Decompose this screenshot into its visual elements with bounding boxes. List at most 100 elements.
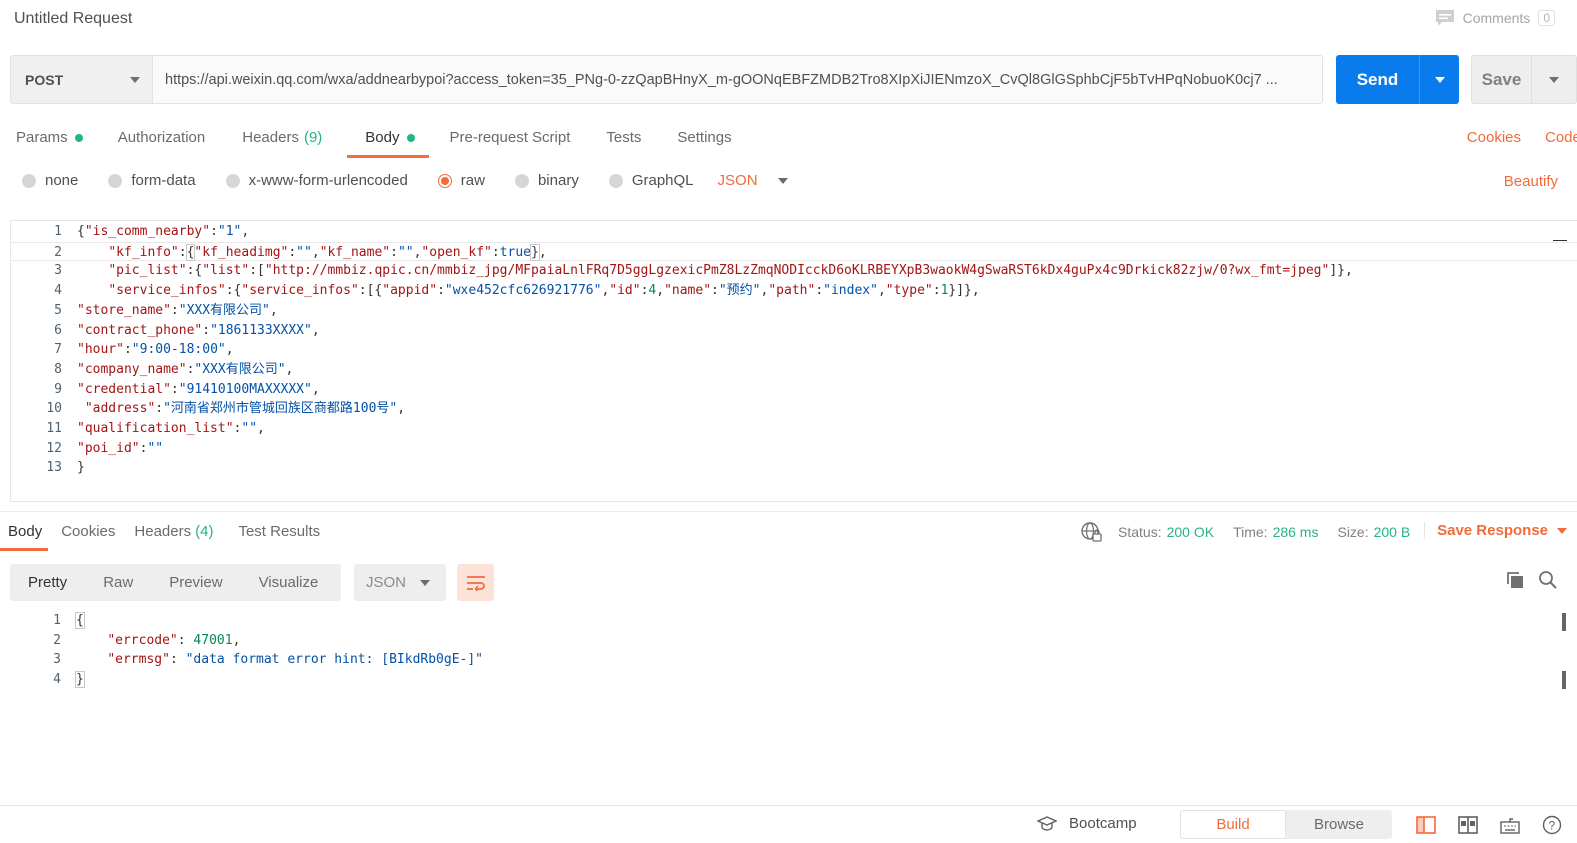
line-content: "company_name":"XXX有限公司", [77, 361, 294, 377]
save-label: Save [1472, 56, 1532, 103]
search-icon[interactable] [1538, 570, 1558, 590]
comments-count: 0 [1538, 10, 1555, 26]
tab-params[interactable]: Params [16, 124, 83, 158]
radio-graphql[interactable]: GraphQL [608, 172, 694, 189]
response-body-viewer[interactable]: 1{ 2 "errcode": 47001, 3 "errmsg": "data… [10, 611, 1577, 801]
split-view-icon[interactable] [1458, 816, 1478, 834]
save-button[interactable]: Save [1471, 55, 1577, 104]
code-line: 9 "credential":"91410100MAXXXXX", [11, 380, 1577, 400]
line-content: "address":"河南省郑州市管城回族区商都路100号", [84, 401, 406, 417]
request-body-editor[interactable]: 1 {"is_comm_nearby":"1", 2 "kf_info":{"kf… [10, 220, 1577, 502]
line-content: "pic_list":{"list":["http://mmbiz.qpic.c… [108, 263, 1353, 279]
size-value[interactable]: 200 B [1374, 524, 1411, 540]
bootcamp-label: Bootcamp [1069, 815, 1137, 832]
code-link[interactable]: Code [1545, 129, 1577, 146]
line-number: 13 [46, 460, 62, 476]
view-pretty[interactable]: Pretty [10, 564, 85, 601]
scroll-marker [1562, 671, 1566, 689]
url-bar: POST https://api.weixin.qq.com/wxa/addne… [10, 55, 1323, 104]
radio-none[interactable]: none [22, 172, 78, 189]
save-options-dropdown[interactable] [1532, 56, 1576, 103]
wrap-lines-button[interactable] [457, 564, 494, 601]
keyboard-icon[interactable] [1500, 816, 1520, 834]
copy-icon[interactable] [1505, 570, 1525, 590]
save-response-button[interactable]: Save Response [1424, 522, 1567, 539]
status-value[interactable]: 200 OK [1167, 524, 1214, 540]
cookies-link[interactable]: Cookies [1467, 129, 1521, 146]
radio-label: raw [460, 172, 485, 189]
comments-button[interactable]: Comments 0 [1435, 9, 1555, 27]
tab-label: Cookies [61, 523, 116, 540]
tab-pre-request-script[interactable]: Pre-request Script [450, 124, 571, 158]
response-tab-test-results[interactable]: Test Results [238, 520, 320, 551]
line-content: "errmsg": "data format error hint: [BIkd… [107, 652, 484, 668]
tab-settings[interactable]: Settings [677, 124, 731, 158]
chevron-down-icon [420, 579, 430, 586]
format-label: JSON [366, 574, 407, 591]
line-number: 5 [54, 302, 62, 318]
send-button[interactable]: Send [1336, 55, 1459, 104]
tab-tests[interactable]: Tests [606, 124, 641, 158]
line-number: 11 [46, 421, 62, 436]
code-line: 4} [10, 670, 1577, 690]
language-select[interactable]: JSON [718, 172, 788, 189]
code-line: 13} [11, 458, 1577, 478]
radio-label: GraphQL [631, 172, 694, 189]
browse-mode-button[interactable]: Browse [1286, 810, 1392, 839]
line-content: "contract_phone":"1861133XXXX", [77, 322, 320, 338]
two-pane-view-icon[interactable] [1416, 816, 1436, 834]
code-line: 6 "contract_phone":"1861133XXXX", [11, 321, 1577, 341]
globe-lock-icon[interactable] [1080, 521, 1102, 543]
radio-label: x-www-form-urlencoded [248, 172, 408, 189]
tab-count: (9) [303, 129, 323, 146]
radio-form-data[interactable]: form-data [108, 172, 196, 189]
code-line: 2 "kf_info":{"kf_headimg":"","kf_name":"… [11, 241, 1577, 262]
line-number: 8 [54, 361, 62, 377]
bootcamp-button[interactable]: Bootcamp [1037, 815, 1137, 832]
view-preview[interactable]: Preview [151, 564, 240, 601]
radio-circle [108, 173, 123, 188]
url-input[interactable]: https://api.weixin.qq.com/wxa/addnearbyp… [153, 56, 1322, 103]
response-tab-cookies[interactable]: Cookies [61, 520, 115, 551]
response-format-select[interactable]: JSON [354, 564, 446, 601]
line-number: 2 [54, 244, 62, 260]
build-mode-button[interactable]: Build [1180, 810, 1286, 839]
chevron-down-icon [1549, 76, 1559, 83]
view-visualize[interactable]: Visualize [241, 564, 337, 601]
tab-headers[interactable]: Headers (9) [242, 124, 322, 158]
line-content: "credential":"91410100MAXXXXX", [77, 381, 320, 397]
radio-circle [225, 173, 240, 188]
time-value[interactable]: 286 ms [1273, 524, 1319, 540]
code-line: 8 "company_name":"XXX有限公司", [11, 360, 1577, 380]
view-raw[interactable]: Raw [85, 564, 151, 601]
help-icon[interactable]: ? [1542, 815, 1562, 835]
wrap-lines-icon [466, 575, 485, 591]
request-title[interactable]: Untitled Request [14, 10, 132, 28]
scroll-marker [1562, 613, 1566, 631]
beautify-link[interactable]: Beautify [1504, 173, 1558, 190]
response-tab-body[interactable]: Body [0, 520, 49, 551]
save-response-label: Save Response [1437, 522, 1548, 539]
line-number: 9 [54, 381, 62, 397]
line-content: } [77, 460, 85, 476]
radio-binary[interactable]: binary [514, 172, 579, 189]
radio-x-www-form-urlencoded[interactable]: x-www-form-urlencoded [225, 172, 408, 189]
radio-circle [437, 173, 452, 188]
line-content: "poi_id":"" [77, 440, 164, 456]
code-line: 1{ [10, 611, 1577, 631]
tab-authorization[interactable]: Authorization [118, 124, 206, 158]
tab-body[interactable]: Body [347, 124, 429, 158]
response-tab-headers[interactable]: Headers (4) [134, 520, 213, 551]
send-options-dropdown[interactable] [1420, 55, 1459, 104]
line-content: "kf_info":{"kf_headimg":"","kf_name":"",… [108, 243, 547, 261]
tab-label: Body [365, 129, 400, 146]
radio-circle [514, 173, 529, 188]
radio-raw[interactable]: raw [437, 172, 485, 189]
tab-label: Settings [677, 129, 732, 146]
code-line: 10 "address":"河南省郑州市管城回族区商都路100号", [11, 399, 1577, 419]
line-number: 10 [46, 401, 62, 417]
tab-label: Test Results [238, 523, 321, 540]
method-select[interactable]: POST [11, 56, 153, 103]
line-content: "errcode": 47001, [107, 632, 241, 648]
status-dot [406, 134, 415, 142]
